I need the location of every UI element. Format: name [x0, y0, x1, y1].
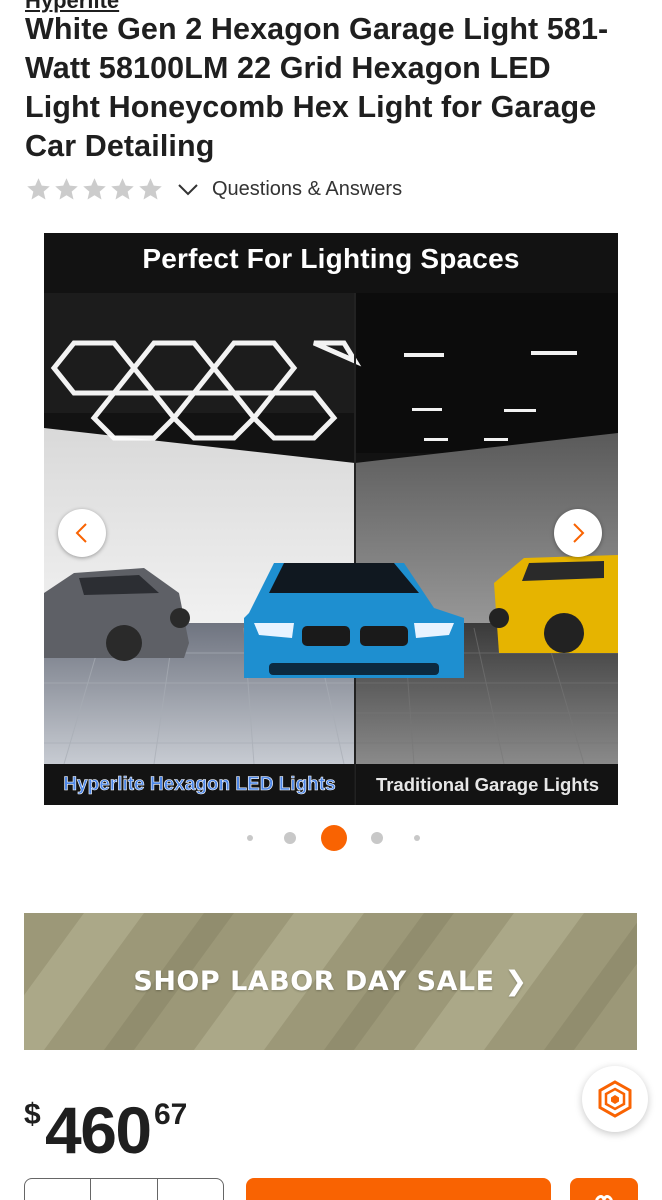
gallery-heading: Perfect For Lighting Spaces: [142, 243, 520, 274]
quantity-increase-button[interactable]: [158, 1179, 223, 1200]
quantity-stepper[interactable]: [24, 1178, 224, 1200]
previous-image-button[interactable]: [58, 509, 106, 557]
price-dollars: 460: [45, 1093, 152, 1167]
heart-icon: [595, 1195, 613, 1200]
chevron-down-icon[interactable]: [176, 177, 200, 201]
carousel-dot[interactable]: [247, 835, 253, 841]
carousel-dots: [0, 824, 662, 852]
chevron-left-icon: [75, 523, 87, 543]
star-rating[interactable]: [25, 176, 164, 203]
product-image-gallery[interactable]: Perfect For Lighting Spaces Hyperlite He…: [44, 233, 618, 805]
chat-hexagon-icon: [598, 1080, 632, 1118]
product-image: [44, 233, 618, 805]
carousel-dot[interactable]: [371, 832, 383, 844]
add-to-cart-button[interactable]: [246, 1178, 551, 1200]
labor-day-sale-banner[interactable]: SHOP LABOR DAY SALE ❯: [24, 913, 637, 1050]
star-icon: [139, 177, 162, 200]
questions-answers-link[interactable]: Questions & Answers: [212, 178, 402, 201]
next-image-button[interactable]: [554, 509, 602, 557]
promo-label: SHOP LABOR DAY SALE ❯: [133, 966, 528, 997]
favorite-button[interactable]: [570, 1178, 638, 1200]
star-icon: [111, 177, 134, 200]
rating-row: Questions & Answers: [25, 174, 402, 204]
star-icon: [55, 177, 78, 200]
quantity-decrease-button[interactable]: [25, 1179, 92, 1200]
price-currency: $: [24, 1098, 41, 1131]
caption-traditional: Traditional Garage Lights: [357, 764, 618, 805]
product-title: White Gen 2 Hexagon Garage Light 581-Wat…: [25, 12, 609, 163]
chevron-right-icon: [573, 523, 585, 543]
carousel-dot-active[interactable]: [321, 825, 347, 851]
price-cents: 67: [154, 1098, 188, 1131]
carousel-dot[interactable]: [284, 832, 296, 844]
chat-assistant-button[interactable]: [582, 1066, 648, 1132]
caption-hyperlite: Hyperlite Hexagon LED Lights: [44, 764, 355, 805]
star-icon: [27, 177, 50, 200]
star-icon: [83, 177, 106, 200]
carousel-dot[interactable]: [414, 835, 420, 841]
quantity-input[interactable]: [91, 1179, 158, 1200]
